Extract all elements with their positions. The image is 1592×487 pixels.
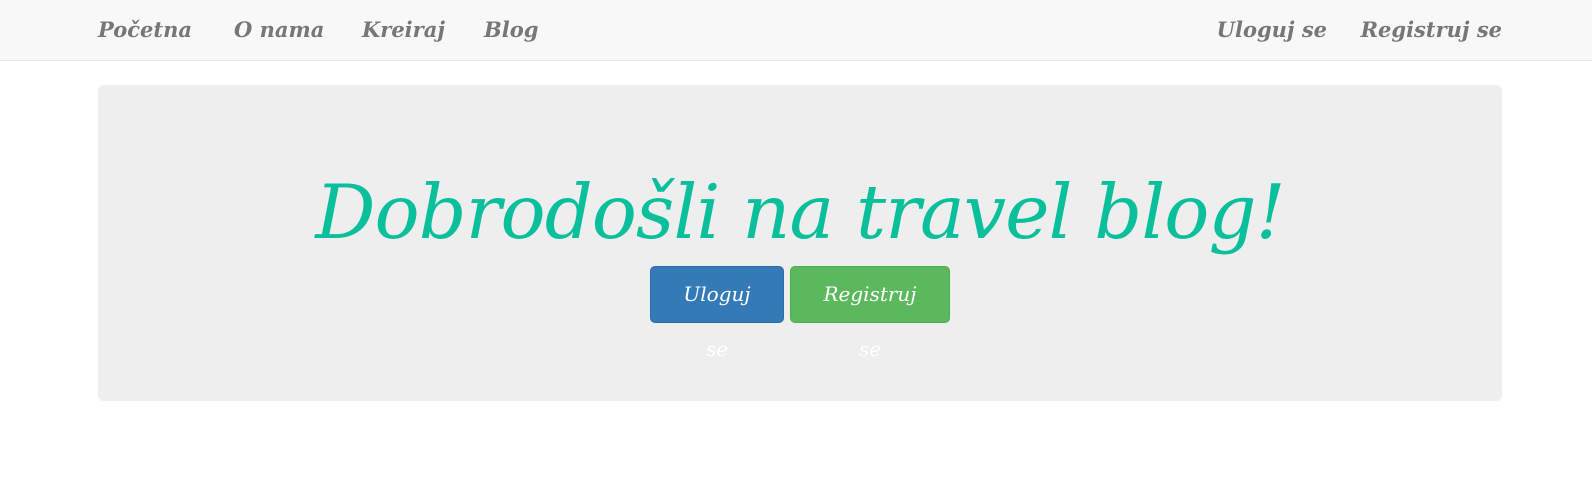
- hero-title: Dobrodošli na travel blog!: [315, 168, 1285, 256]
- nav-link-o-nama[interactable]: O nama: [234, 0, 324, 60]
- nav-link-kreiraj[interactable]: Kreiraj: [362, 0, 445, 60]
- nav-link-register[interactable]: Registruj se: [1361, 0, 1502, 60]
- hero-jumbotron: Dobrodošli na travel blog! Uloguj se Reg…: [98, 85, 1502, 401]
- nav-link-login[interactable]: Uloguj se: [1217, 0, 1327, 60]
- hero-button-group: Uloguj se Registruj se: [98, 266, 1502, 361]
- nav-link-pocetna[interactable]: Početna: [98, 0, 192, 60]
- top-navbar: Početna O nama Kreiraj Blog Uloguj se Re…: [0, 0, 1592, 61]
- nav-link-blog[interactable]: Blog: [484, 0, 538, 60]
- login-button[interactable]: Uloguj se: [650, 266, 784, 361]
- register-button[interactable]: Registruj se: [790, 266, 950, 361]
